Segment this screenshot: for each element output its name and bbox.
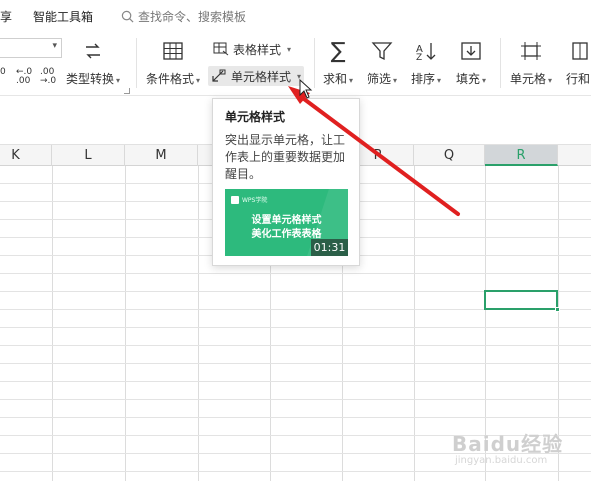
- sum-button[interactable]: ∑ 求和 ▾: [323, 38, 353, 87]
- conditional-format-label: 条件格式: [146, 72, 195, 86]
- video-title-line2: 美化工作表表格: [251, 229, 322, 240]
- sum-label: 求和: [323, 72, 348, 86]
- chevron-down-icon: ▾: [52, 41, 57, 51]
- tooltip-title: 单元格样式: [225, 110, 286, 124]
- menu-tab-share[interactable]: 享: [0, 8, 12, 25]
- command-search[interactable]: 查找命令、搜索模板: [121, 6, 246, 26]
- table-style-label: 表格样式: [233, 42, 282, 57]
- cell-style-label: 单元格样式: [231, 69, 292, 84]
- sort-button[interactable]: AZ 排序 ▾: [411, 38, 441, 87]
- fill-button[interactable]: 填充 ▾: [456, 38, 486, 87]
- cell-label: 单元格: [510, 72, 547, 86]
- table-style-button[interactable]: 表格样式 ▾: [210, 39, 294, 59]
- baidu-watermark: Baidu经验: [452, 432, 564, 456]
- decrease-decimal-button[interactable]: .00 →.0: [40, 68, 56, 86]
- sigma-icon: ∑: [330, 38, 346, 64]
- row-col-button[interactable]: 行和: [565, 38, 591, 87]
- type-convert-button[interactable]: 类型转换 ▾: [66, 38, 120, 87]
- wps-academy-logo: WPS学院: [231, 195, 267, 204]
- table-style-icon: [213, 42, 229, 56]
- filter-button[interactable]: 筛选 ▾: [367, 38, 397, 87]
- increase-decimal-button[interactable]: ←.0 .00: [16, 68, 32, 86]
- video-title-line1: 设置单元格样式: [251, 215, 322, 226]
- partial-decimal-button[interactable]: 0: [0, 68, 6, 77]
- tooltip-description: 突出显示单元格，让工作表上的重要数据更加醒目。: [225, 133, 346, 181]
- column-header-l[interactable]: L: [52, 145, 125, 166]
- cell-style-icon: [212, 69, 226, 82]
- sort-az-icon: AZ: [413, 38, 439, 64]
- divider: [500, 38, 501, 88]
- table-grid-icon: [160, 38, 186, 64]
- menu-bar: 享 智能工具箱 查找命令、搜索模板: [0, 0, 591, 32]
- divider: [136, 38, 137, 88]
- row-col-icon: [565, 38, 591, 64]
- selected-cell[interactable]: [484, 290, 560, 312]
- search-icon: [121, 10, 134, 22]
- column-header-m[interactable]: M: [125, 145, 198, 166]
- cell-button[interactable]: 单元格 ▾: [510, 38, 552, 87]
- video-duration: 01:31: [311, 239, 348, 256]
- fill-handle[interactable]: [555, 307, 560, 312]
- number-format-select[interactable]: ▾: [0, 38, 62, 58]
- conditional-format-button[interactable]: 条件格式 ▾: [146, 38, 200, 87]
- ribbon-toolbar: ▾ 0 ←.0 .00 .00 →.0 类型转换 ▾ 条件格式 ▾ 表格样式 ▾ 单元…: [0, 32, 591, 96]
- column-header-r[interactable]: R: [485, 145, 558, 166]
- search-placeholder: 查找命令、搜索模板: [138, 9, 247, 24]
- sort-label: 排序: [411, 72, 436, 86]
- filter-funnel-icon: [369, 38, 395, 64]
- cell-style-button[interactable]: 单元格样式 ▾: [208, 66, 305, 86]
- baidu-watermark-url: jingyan.baidu.com: [455, 455, 548, 466]
- tutorial-video-thumbnail[interactable]: WPS学院 设置单元格样式 美化工作表表格 01:31: [225, 189, 348, 256]
- svg-text:Z: Z: [416, 53, 422, 61]
- fill-down-icon: [458, 38, 484, 64]
- row-col-label: 行和: [565, 72, 590, 86]
- fill-label: 填充: [456, 72, 481, 86]
- divider: [314, 38, 315, 88]
- cell-icon: [518, 38, 544, 64]
- column-header-k[interactable]: K: [0, 145, 52, 166]
- menu-tab-smart-toolbox[interactable]: 智能工具箱: [33, 8, 93, 25]
- group-launcher-icon[interactable]: [124, 88, 130, 94]
- cell-style-tooltip: 单元格样式 突出显示单元格，让工作表上的重要数据更加醒目。 WPS学院 设置单元…: [212, 98, 360, 266]
- column-header-q[interactable]: Q: [414, 145, 485, 166]
- type-convert-label: 类型转换: [66, 72, 115, 86]
- filter-label: 筛选: [367, 72, 392, 86]
- convert-icon: [80, 38, 106, 64]
